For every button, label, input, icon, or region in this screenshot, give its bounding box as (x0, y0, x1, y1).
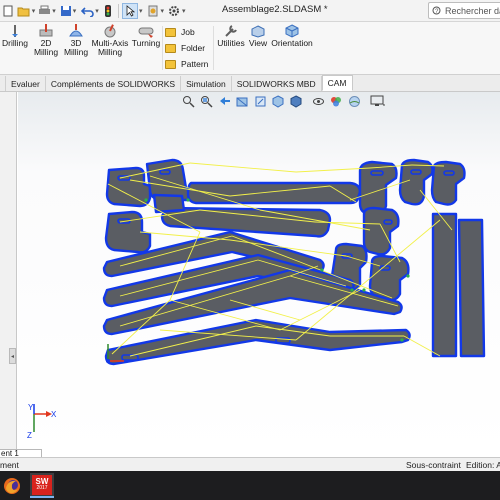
zoom-to-fit-icon[interactable] (180, 94, 196, 108)
drilling-button[interactable]: Drilling (0, 24, 30, 48)
multi-axis-icon (101, 24, 119, 38)
tab-simulation-label: Simulation (186, 78, 226, 89)
graphics-area[interactable] (18, 92, 500, 457)
solidworks-taskbar-icon[interactable]: SW 2017 (30, 473, 54, 498)
tab-solidworks-mbd[interactable]: SOLIDWORKS MBD (232, 76, 322, 91)
tab-evaluer[interactable]: Evaluer (6, 76, 46, 91)
zoom-to-area-icon[interactable] (198, 94, 214, 108)
undo-icon[interactable]: ▾ (79, 3, 101, 19)
firefox-icon[interactable] (0, 473, 24, 498)
pattern-icon (165, 59, 176, 69)
drilling-label: Drilling (2, 38, 28, 48)
open-icon[interactable]: ▾ (15, 3, 37, 19)
previous-view-icon[interactable] (216, 94, 232, 108)
multi-axis-milling-button[interactable]: Multi-Axis Milling (91, 24, 129, 57)
select-icon[interactable] (122, 2, 138, 19)
milling-3d-icon (67, 24, 85, 38)
tab-simulation[interactable]: Simulation (181, 76, 232, 91)
traffic-dropdown-icon[interactable]: ▾ (161, 7, 165, 15)
utilities-button[interactable]: Utilities (216, 24, 246, 48)
panel-collapse-icon[interactable]: ◂ (9, 348, 16, 364)
multi-axis-label: Multi-Axis Milling (91, 38, 129, 57)
milling-3d-label: 3D Milling (63, 38, 89, 57)
tab-evaluer-label: Evaluer (11, 78, 40, 89)
separator (118, 3, 119, 18)
save-icon[interactable]: ▾ (57, 3, 79, 19)
milling-2d-label: 2D Milling (33, 38, 59, 57)
turning-icon (137, 24, 155, 38)
command-manager-ribbon: Drilling 2D Milling 3D Milling Multi-Axi… (0, 22, 500, 75)
utilities-icon (222, 24, 240, 38)
ribbon-divider (213, 26, 214, 70)
document-title: Assemblage2.SLDASM * (222, 4, 328, 15)
drilling-icon (6, 24, 24, 38)
solidworks-window: ▾ ▾ ▾ ▾ ▾ ▾ ▾ Assemblage2.SLDASM * ? Rec (0, 0, 500, 500)
status-bar: ment Sous-contraint Edition: A (0, 457, 500, 471)
folder-button[interactable]: Folder (165, 40, 208, 56)
orientation-label: Orientation (271, 38, 313, 48)
ribbon-list: Job Folder Pattern (165, 24, 208, 72)
constraint-status: Sous-contraint (406, 460, 461, 470)
solidworks-badge-text: SW (35, 476, 49, 486)
view-button[interactable]: View (247, 24, 269, 48)
options-dropdown-icon[interactable]: ▾ (182, 7, 186, 15)
section-view-icon[interactable] (234, 94, 250, 108)
hide-show-items-icon[interactable] (310, 94, 326, 108)
ribbon-divider (162, 26, 163, 70)
job-icon (165, 27, 176, 37)
help-search-icon: ? (432, 6, 441, 15)
feature-manager-panel[interactable]: ◂ (0, 92, 17, 457)
edit-appearance-icon[interactable] (328, 94, 344, 108)
turning-label: Turning (131, 38, 161, 48)
tab-complements[interactable]: Compléments de SOLIDWORKS (46, 76, 182, 91)
job-label: Job (181, 27, 195, 37)
options-icon[interactable] (167, 3, 181, 19)
tab-mbd-label: SOLIDWORKS MBD (236, 78, 316, 89)
apply-scene-icon[interactable] (346, 94, 362, 108)
utilities-label: Utilities (217, 38, 245, 48)
solidworks-badge-year: 2017 (36, 484, 48, 491)
folder-label: Folder (181, 43, 206, 53)
svg-text:?: ? (435, 9, 439, 15)
pattern-label: Pattern (181, 59, 209, 69)
edit-mode-status: Edition: A (466, 460, 500, 470)
solidworks-badge: SW 2017 (32, 474, 52, 495)
search-input[interactable]: ? Rechercher dans (428, 2, 500, 19)
tab-cam-label: CAM (327, 78, 347, 88)
tab-cam[interactable]: CAM (321, 75, 353, 91)
new-icon[interactable] (1, 3, 15, 19)
dynamic-annotation-icon[interactable] (252, 94, 268, 108)
status-left-text: ment (0, 460, 19, 470)
milling-3d-button[interactable]: 3D Milling (62, 24, 90, 57)
orientation-button[interactable]: Orientation (271, 24, 313, 48)
view-label: View (248, 38, 268, 48)
folder-icon (165, 43, 176, 53)
heads-up-view-toolbar (180, 93, 390, 109)
rebuild-icon[interactable] (101, 3, 115, 19)
milling-2d-icon (37, 24, 55, 38)
turning-button[interactable]: Turning (130, 24, 162, 48)
tab-complements-label: Compléments de SOLIDWORKS (50, 78, 176, 89)
orientation-icon (283, 24, 301, 38)
pattern-button[interactable]: Pattern (165, 56, 208, 72)
search-placeholder: Rechercher dans (445, 5, 500, 16)
command-manager-tabs: Evaluer Compléments de SOLIDWORKS Simula… (0, 75, 500, 92)
view-icon (249, 24, 267, 38)
print-icon[interactable]: ▾ (37, 3, 57, 19)
milling-2d-button[interactable]: 2D Milling (32, 24, 60, 57)
job-button[interactable]: Job (165, 24, 208, 40)
traffic-icon[interactable] (146, 3, 160, 19)
title-bar: ▾ ▾ ▾ ▾ ▾ ▾ ▾ Assemblage2.SLDASM * ? Rec (0, 0, 500, 22)
view-settings-icon[interactable] (368, 94, 388, 108)
select-dropdown-icon[interactable]: ▾ (139, 7, 143, 15)
windows-taskbar: SW 2017 (0, 471, 500, 500)
view-orientation-icon[interactable] (270, 94, 286, 108)
display-style-icon[interactable] (288, 94, 304, 108)
